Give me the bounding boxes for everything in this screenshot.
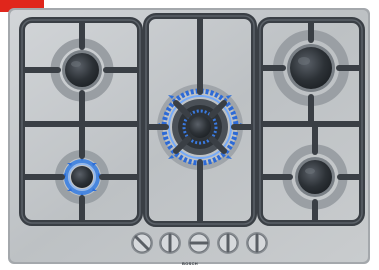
front-right-burner [295, 157, 335, 197]
rear-right-burner [287, 44, 335, 92]
control-knob-5[interactable] [246, 232, 268, 254]
rear-left-burner [62, 50, 102, 90]
control-knob-3[interactable] [188, 232, 210, 254]
control-knob-2[interactable] [159, 232, 181, 254]
gas-hob-photo [0, 0, 370, 264]
control-knob-4[interactable] [217, 232, 239, 254]
front-left-burner [62, 157, 102, 197]
brand-label: BOSCH [182, 261, 198, 266]
control-knob-1[interactable] [131, 232, 153, 254]
